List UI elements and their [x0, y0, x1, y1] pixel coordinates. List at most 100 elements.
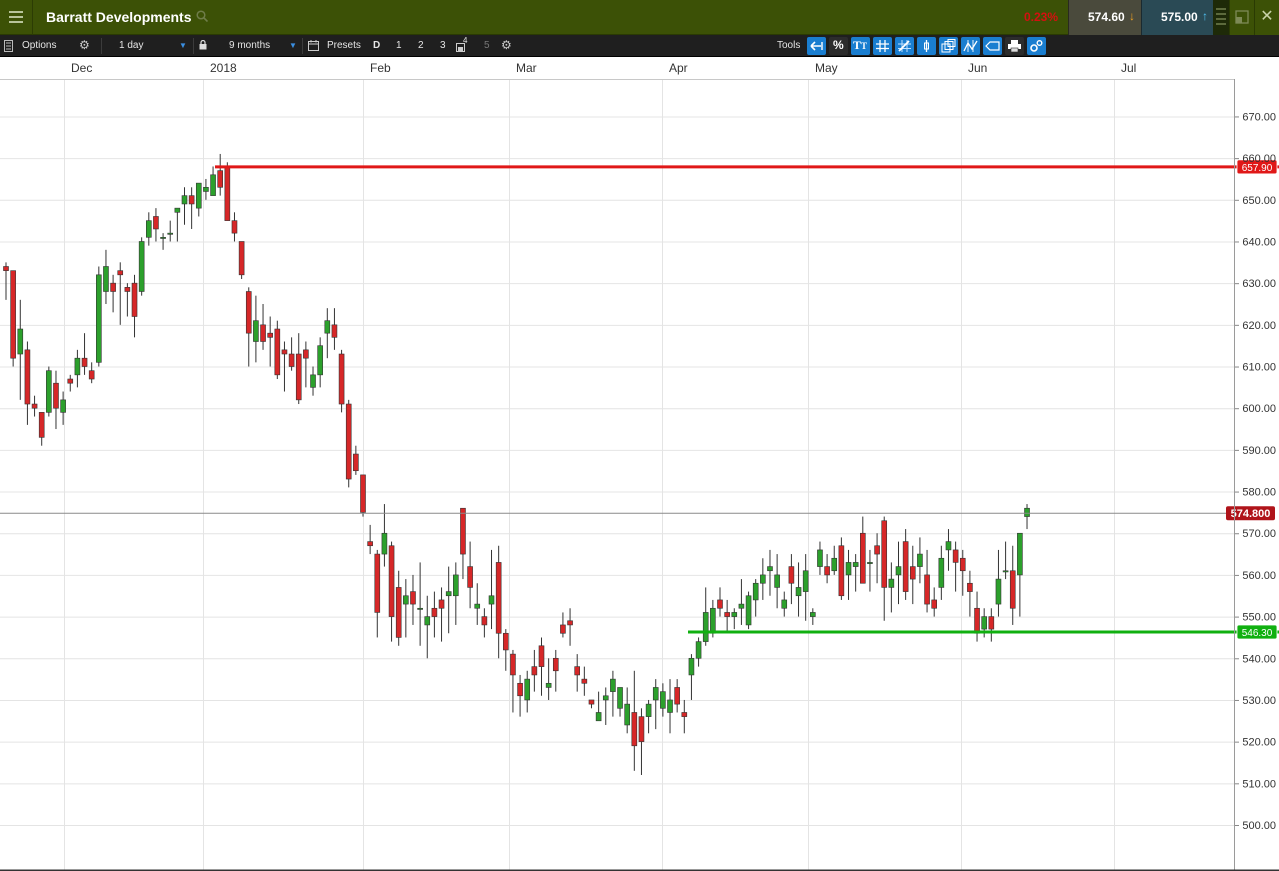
- instrument-title[interactable]: Barratt Developments: [46, 9, 192, 25]
- candle: [146, 212, 152, 246]
- indicator-icon[interactable]: [961, 37, 980, 55]
- preset-button-4[interactable]: 4: [463, 35, 467, 57]
- tools-label: Tools: [777, 40, 801, 51]
- bearish-candle-body: [245, 291, 252, 334]
- candle: [752, 579, 759, 617]
- bullish-candle-body: [160, 237, 166, 239]
- candle: [538, 637, 545, 696]
- support-badge: 546.30: [1236, 624, 1278, 640]
- chart-settings-icon[interactable]: [1027, 37, 1046, 55]
- bearish-candle-body: [231, 220, 238, 234]
- options-menu[interactable]: Options: [22, 35, 56, 57]
- search-icon[interactable]: [196, 10, 208, 22]
- back-arrow-icon[interactable]: [807, 37, 826, 55]
- price-tick-label: 590.00: [1242, 445, 1276, 457]
- bearish-candle-body: [124, 287, 131, 292]
- price-chart[interactable]: 574.800 657.90 546.30 670.00 660.00 650.00 64…: [0, 57, 1279, 871]
- buy-price-button[interactable]: 575.00 ↑: [1141, 0, 1213, 35]
- sell-price-button[interactable]: 574.60 ↓: [1068, 0, 1141, 35]
- bullish-candle-body: [445, 591, 452, 597]
- bullish-candle-body: [867, 562, 873, 564]
- percent-icon[interactable]: %: [829, 37, 848, 55]
- period-dropdown-icon[interactable]: ▼: [289, 35, 297, 57]
- layers-icon[interactable]: [939, 37, 958, 55]
- print-icon[interactable]: [1005, 37, 1024, 55]
- candle: [767, 549, 773, 596]
- vertical-line-icon[interactable]: [917, 37, 936, 55]
- candle: [674, 679, 680, 713]
- document-icon[interactable]: [4, 35, 13, 57]
- bullish-candle-body: [938, 557, 945, 588]
- preset-button-d[interactable]: D: [373, 35, 380, 57]
- detach-window-icon[interactable]: [1229, 0, 1254, 35]
- bearish-candle-body: [331, 324, 338, 338]
- candle: [245, 287, 252, 367]
- bullish-candle-body: [381, 532, 388, 555]
- interval-dropdown-icon[interactable]: ▼: [179, 35, 187, 57]
- bullish-candle-body: [424, 616, 431, 626]
- bearish-candle-body: [574, 666, 581, 676]
- candle: [967, 570, 973, 617]
- preset-button-1[interactable]: 1: [396, 35, 402, 57]
- candle: [460, 507, 466, 580]
- candle: [367, 524, 373, 555]
- preset-button-3[interactable]: 3: [440, 35, 446, 57]
- candle: [310, 366, 316, 396]
- price-tick-label: 580.00: [1242, 487, 1276, 499]
- bullish-candle-body: [667, 699, 673, 713]
- candle: [374, 549, 381, 638]
- candle: [560, 612, 566, 638]
- bearish-candle-body: [431, 607, 438, 617]
- preset-button-2[interactable]: 2: [418, 35, 424, 57]
- candle: [388, 541, 395, 642]
- bearish-candle-body: [224, 166, 231, 221]
- candle: [645, 699, 652, 734]
- candlestick-chart[interactable]: 574.800657.90546.30 670.00660.00650.0064…: [0, 57, 1279, 871]
- bearish-candle-body: [288, 353, 295, 367]
- candle: [917, 537, 923, 584]
- bullish-candle-body: [795, 587, 802, 597]
- bullish-candle-body: [595, 712, 602, 722]
- price-tag-icon[interactable]: [983, 37, 1002, 55]
- bullish-candle-body: [802, 570, 809, 592]
- grid-icon[interactable]: [873, 37, 892, 55]
- options-gear-icon[interactable]: ⚙: [79, 35, 90, 57]
- bearish-candle-body: [538, 645, 545, 667]
- close-icon[interactable]: ✕: [1254, 0, 1279, 35]
- candle: [888, 562, 895, 613]
- bearish-candle-body: [3, 266, 9, 271]
- draw-grid-icon[interactable]: [895, 37, 914, 55]
- presets-gear-icon[interactable]: ⚙: [501, 35, 512, 57]
- candle: [453, 562, 459, 625]
- candle: [945, 529, 952, 571]
- text-tool-icon[interactable]: TT: [851, 37, 870, 55]
- bearish-candle-body: [567, 620, 573, 626]
- bearish-candle-body: [859, 532, 866, 584]
- candle: [581, 666, 588, 696]
- candle: [931, 587, 938, 617]
- candle: [210, 166, 216, 196]
- month-label: Apr: [669, 61, 688, 75]
- bearish-candle-body: [881, 520, 888, 588]
- resize-grip-icon[interactable]: [1213, 0, 1229, 35]
- bearish-candle-body: [967, 582, 973, 592]
- candle: [53, 370, 59, 430]
- candle: [217, 153, 223, 196]
- bearish-candle-body: [874, 545, 880, 555]
- hamburger-menu-icon[interactable]: [0, 0, 33, 35]
- period-select[interactable]: 9 months: [229, 35, 270, 57]
- candle: [859, 516, 866, 584]
- bearish-candle-body: [131, 282, 138, 317]
- bearish-candle-body: [10, 270, 16, 359]
- bearish-candle-body: [531, 666, 538, 676]
- preset-button-5[interactable]: 5: [484, 35, 490, 57]
- bullish-candle-body: [181, 195, 188, 205]
- candle: [3, 262, 9, 300]
- candle: [902, 529, 909, 600]
- bearish-candle-body: [295, 353, 302, 401]
- bullish-candle-body: [167, 232, 174, 235]
- calendar-icon[interactable]: [308, 35, 319, 57]
- lock-icon[interactable]: [199, 35, 207, 57]
- bullish-candle-body: [324, 320, 331, 334]
- interval-select[interactable]: 1 day: [119, 35, 143, 57]
